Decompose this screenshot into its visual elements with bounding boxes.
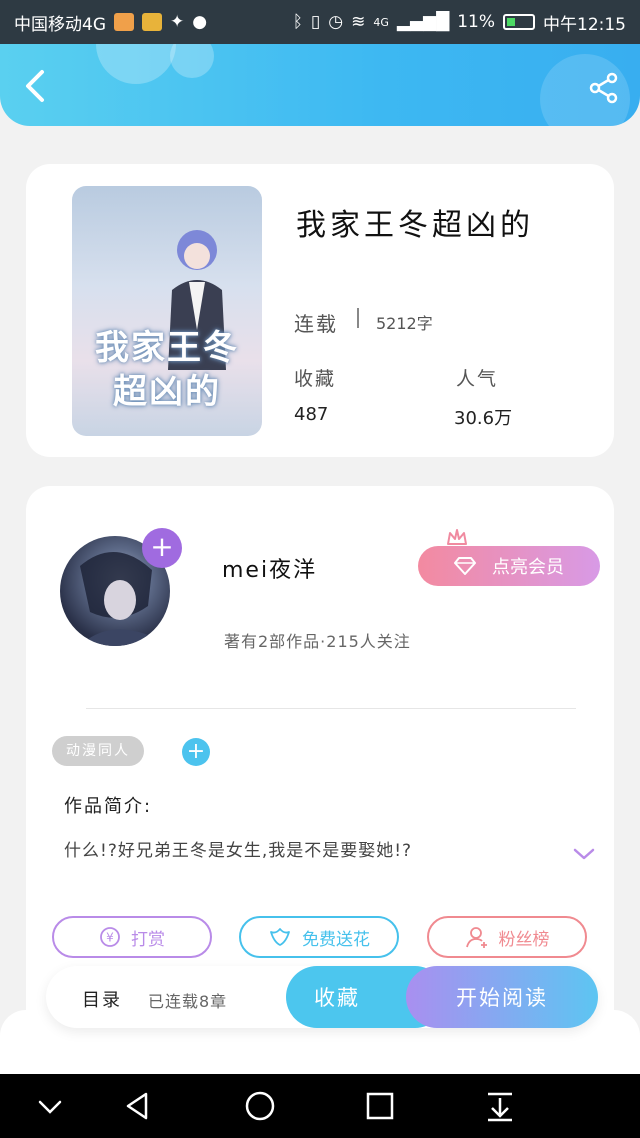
start-reading-label: 开始阅读 <box>456 986 548 1010</box>
divider <box>86 708 576 709</box>
plus-icon: + <box>150 530 174 563</box>
bottom-action-bar: 目录 已连载8章 收藏 开始阅读 <box>46 966 598 1028</box>
book-cover[interactable]: 我家王冬超凶的 <box>72 186 262 436</box>
popularity-label: 人气 <box>456 368 499 390</box>
fan-rank-label: 粉丝榜 <box>498 929 550 950</box>
bluetooth-icon: ᛒ <box>292 12 303 32</box>
signal-icon: ▂▄▆█ <box>396 12 450 32</box>
diamond-icon <box>454 557 476 575</box>
decor-bubble <box>170 44 214 78</box>
toc-button[interactable]: 目录 <box>82 986 122 1012</box>
book-status: 连载 <box>294 312 338 336</box>
flower-icon <box>270 928 290 946</box>
plus-icon: + <box>186 739 206 764</box>
divider <box>357 308 359 328</box>
app-notification-icon <box>142 13 162 31</box>
vibrate-icon: ▯ <box>310 12 321 32</box>
chevron-left-icon[interactable] <box>18 66 52 106</box>
activate-vip-button[interactable]: 点亮会员 <box>418 546 600 586</box>
network-type-text: 4G <box>373 15 389 29</box>
top-header <box>0 44 640 126</box>
wechat-icon: ✦ <box>170 12 185 32</box>
send-flower-button[interactable]: 免费送花 <box>239 916 399 958</box>
cover-title-text: 我家王冬超凶的 <box>95 328 239 412</box>
favorites-value: 487 <box>294 404 329 425</box>
reward-label: 打赏 <box>131 929 165 950</box>
yen-icon: ¥ <box>100 927 120 947</box>
author-name[interactable]: mei夜洋 <box>222 552 317 584</box>
status-bar: 中国移动4G ✦ ● ᛒ ▯ ◷ ≋ 4G ▂▄▆█ 11% 中午12:15 <box>0 0 640 44</box>
collect-button-label: 收藏 <box>314 986 360 1010</box>
chevron-down-icon[interactable] <box>572 846 596 862</box>
category-tag[interactable]: 动漫同人 <box>52 736 144 766</box>
reward-button[interactable]: ¥ 打赏 <box>52 916 212 958</box>
system-nav-bar <box>0 1074 640 1138</box>
book-title: 我家王冬超凶的 <box>296 208 534 243</box>
chat-icon: ● <box>192 12 208 32</box>
word-count: 5212字 <box>376 314 433 333</box>
clock-text: 中午12:15 <box>543 14 626 35</box>
intro-text: 什么!?好兄弟王冬是女生,我是不是要娶她!? <box>64 841 413 861</box>
popularity-value: 30.6万 <box>454 408 513 429</box>
svg-text:¥: ¥ <box>106 931 114 945</box>
intro-label: 作品简介: <box>64 796 153 817</box>
user-icon <box>465 927 487 948</box>
recent-apps-icon[interactable] <box>362 1088 398 1124</box>
add-tag-button[interactable]: + <box>182 738 210 766</box>
notification-pull-icon[interactable] <box>482 1088 518 1124</box>
fan-rank-button[interactable]: 粉丝榜 <box>427 916 587 958</box>
home-circle-icon[interactable] <box>242 1088 278 1124</box>
crown-icon <box>447 529 467 545</box>
start-reading-button[interactable]: 开始阅读 <box>406 966 598 1028</box>
battery-percent: 11% <box>457 12 495 32</box>
follow-button[interactable]: + <box>142 528 182 568</box>
wifi-icon: ≋ <box>351 12 366 32</box>
book-info-card: 我家王冬超凶的 我家王冬超凶的 连载 5212字 收藏 487 人气 30.6万 <box>26 164 614 457</box>
share-icon[interactable] <box>588 72 620 104</box>
app-notification-icon <box>114 13 134 31</box>
chapter-count: 已连载8章 <box>148 992 228 1011</box>
vip-button-label: 点亮会员 <box>492 557 564 578</box>
alarm-icon: ◷ <box>328 12 344 32</box>
decor-bubble <box>96 44 176 84</box>
carrier-text: 中国移动4G <box>14 14 106 35</box>
chevron-down-icon[interactable] <box>32 1088 68 1124</box>
author-meta: 著有2部作品·215人关注 <box>224 632 411 651</box>
send-flower-label: 免费送花 <box>302 929 370 950</box>
battery-icon <box>503 14 535 30</box>
favorites-label: 收藏 <box>294 368 337 390</box>
back-triangle-icon[interactable] <box>120 1088 156 1124</box>
